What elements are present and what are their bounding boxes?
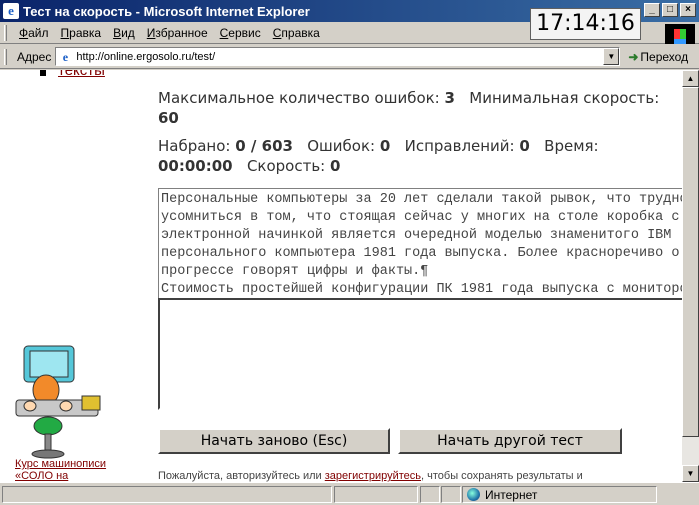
globe-icon (467, 488, 480, 501)
clock-overlay: 17:14:16 (530, 8, 641, 40)
source-line: прогрессе говорят цифры и факты.¶ (161, 264, 429, 279)
address-bar: Адрес e http://online.ergosolo.ru/test/ … (0, 45, 699, 69)
login-note: Пожалуйста, авторизуйтесь или зарегистри… (158, 470, 583, 482)
source-line: электронной начинкой является очередной … (161, 228, 672, 243)
go-arrow-icon: ➜ (628, 49, 639, 64)
status-cell (441, 486, 461, 503)
page-icon: e (62, 49, 69, 64)
windows-logo-icon (665, 24, 695, 44)
scroll-down-button[interactable]: ▼ (682, 465, 699, 482)
limits-line: Максимальное количество ошибок: 3 Минима… (158, 89, 660, 127)
go-button[interactable]: ➜ Переход (628, 50, 688, 64)
status-progress-cell (334, 486, 418, 503)
source-text: Персональные компьютеры за 20 лет сделал… (158, 188, 682, 300)
status-bar: Интернет (0, 482, 699, 505)
minimize-button[interactable]: _ (644, 3, 660, 17)
address-label: Адрес (17, 49, 52, 64)
source-line: усомниться в том, что стоящая сейчас у м… (161, 210, 680, 225)
restart-button[interactable]: Начать заново (Esc) (158, 428, 390, 454)
list-bullet (40, 70, 46, 76)
source-line: Стоимость простейшей конфигурации ПК 198… (161, 282, 682, 297)
course-link[interactable]: Курс машинописи «СОЛО на (15, 458, 125, 482)
maximize-button[interactable]: □ (662, 3, 678, 17)
source-line: Персональные компьютеры за 20 лет сделал… (161, 192, 682, 207)
typist-mascot-icon (15, 345, 101, 459)
typed-value: 0 / 603 (235, 137, 293, 155)
menu-edit[interactable]: Правка (55, 26, 108, 40)
other-test-button[interactable]: Начать другой тест (398, 428, 622, 454)
status-cell (420, 486, 440, 503)
source-line: персонального компьютера 1981 года выпус… (161, 246, 680, 261)
security-zone: Интернет (462, 486, 657, 503)
menu-help[interactable]: Справка (267, 26, 326, 40)
address-dropdown-button[interactable]: ▼ (603, 48, 620, 65)
min-speed-value: 60 (158, 109, 179, 127)
status-text-cell (2, 486, 332, 503)
zone-label: Интернет (485, 487, 538, 502)
corrections-value: 0 (519, 137, 530, 155)
typing-input[interactable] (158, 298, 682, 410)
menu-file[interactable]: Файл (13, 26, 55, 40)
window-controls: _ □ × (644, 3, 696, 17)
max-errors-value: 3 (444, 89, 455, 107)
scroll-up-button[interactable]: ▲ (682, 70, 699, 87)
window-title: Тест на скорость - Microsoft Internet Ex… (23, 3, 310, 19)
address-grip[interactable] (4, 48, 7, 65)
errors-value: 0 (379, 137, 391, 155)
vertical-scrollbar[interactable]: ▲ ▼ (682, 70, 699, 482)
address-input[interactable]: e http://online.ergosolo.ru/test/ ▼ (55, 47, 621, 66)
page-content: тексты Максимальное количество ошибок: 3… (0, 70, 682, 482)
close-button[interactable]: × (680, 3, 696, 17)
menu-favorites[interactable]: Избранное (141, 26, 214, 40)
progress-line: Набрано: 0 / 603 Ошибок: 0 Исправлений: … (158, 137, 599, 175)
texts-link[interactable]: тексты (58, 70, 105, 79)
ie-icon: e (3, 3, 19, 19)
address-url[interactable]: http://online.ergosolo.ru/test/ (76, 51, 215, 63)
toolbar-grip[interactable] (4, 24, 7, 41)
speed-value: 0 (330, 157, 341, 175)
time-value: 00:00:00 (158, 157, 233, 175)
register-link[interactable]: зарегистрируйтесь (325, 470, 421, 482)
scroll-thumb[interactable] (682, 87, 699, 437)
menu-tools[interactable]: Сервис (214, 26, 267, 40)
menu-view[interactable]: Вид (107, 26, 141, 40)
